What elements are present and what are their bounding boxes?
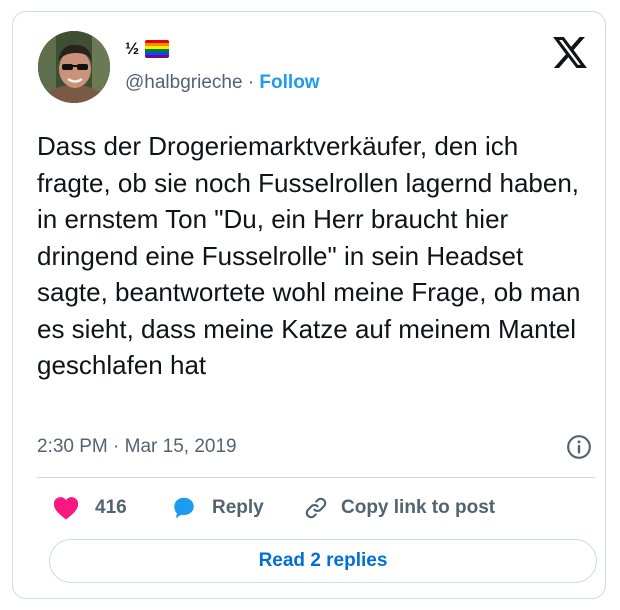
flag-stripe [145,55,170,58]
avatar[interactable] [38,31,110,103]
link-icon [305,497,327,519]
read-replies-label: Read 2 replies [258,550,388,571]
timestamp-separator: · [113,436,120,457]
divider [37,477,595,478]
rainbow-flag-icon [145,40,170,58]
tweet-date[interactable]: Mar 15, 2019 [125,436,237,457]
author-name-text: ½ [125,39,140,58]
reply-bubble-icon [174,497,194,519]
author-display-name[interactable]: ½ [125,39,170,59]
copy-link-label: Copy link to post [341,497,496,518]
avatar-photo [38,31,110,103]
like-count: 416 [95,497,127,518]
tweet-card: ½ @halbgrieche · Follow Dass der Drogeri… [12,11,606,599]
tweet-timestamp: 2:30 PM · Mar 15, 2019 [37,435,237,459]
info-icon[interactable] [566,434,592,460]
like-button[interactable]: 416 [53,495,127,521]
heart-icon [53,497,79,520]
author-handle-line: @halbgrieche · Follow [125,71,320,95]
x-logo-icon[interactable] [553,37,587,68]
handle-separator: · [247,72,255,93]
follow-button[interactable]: Follow [259,72,319,93]
copy-link-button[interactable]: Copy link to post [303,495,495,521]
reply-button[interactable]: Reply [171,495,264,521]
tweet-text: Dass der Drogeriemarktverkäufer, den ich… [37,131,581,380]
reply-label: Reply [212,497,264,518]
tweet-time[interactable]: 2:30 PM [37,436,108,457]
read-replies-button[interactable]: Read 2 replies [49,539,597,583]
author-handle[interactable]: @halbgrieche [125,72,243,93]
